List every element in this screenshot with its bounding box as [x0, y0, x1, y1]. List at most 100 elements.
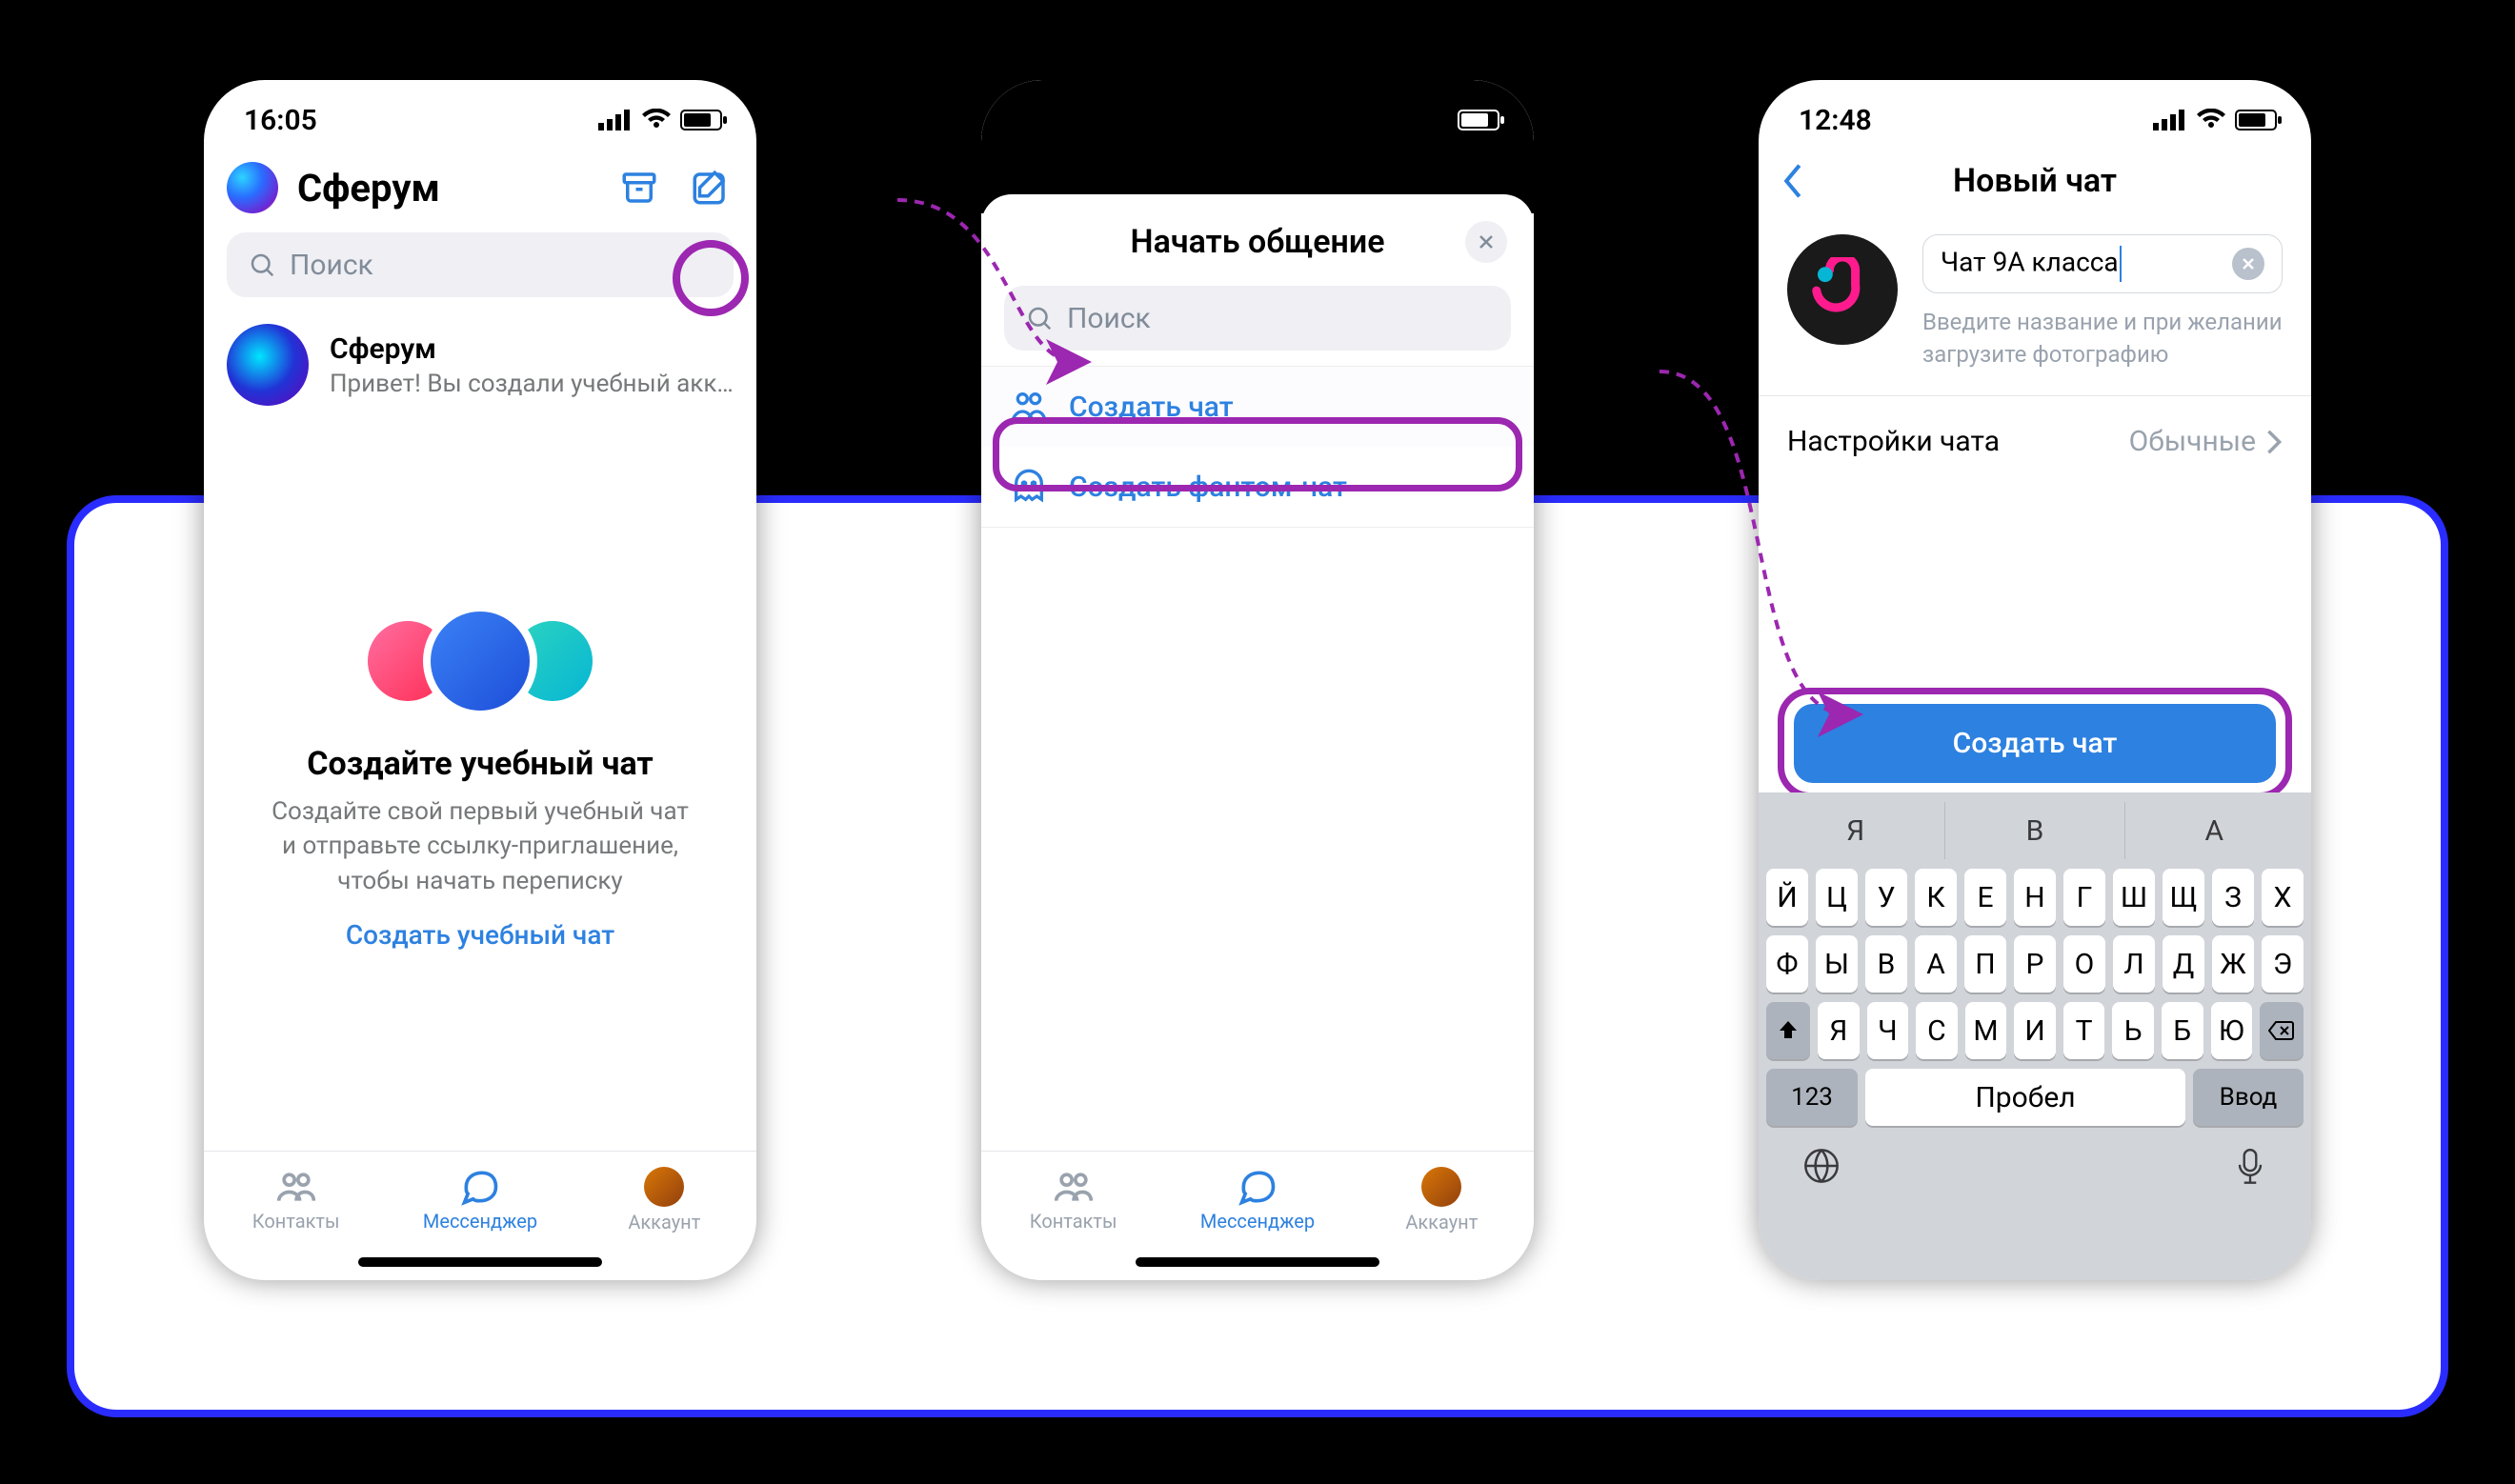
chat-name-input[interactable]: Чат 9А класса: [1922, 234, 2283, 293]
status-time: 12:48: [1799, 104, 1872, 137]
keyboard-key[interactable]: Д: [2163, 935, 2204, 993]
phone-1-chat-list: 16:05 Сферум Поиск Сферум Привет! Вы соз…: [204, 80, 756, 1280]
battery-icon: [680, 110, 722, 130]
chat-subtitle: Привет! Вы создали учебный акк...: [330, 370, 734, 398]
status-icons: [598, 109, 722, 131]
close-icon: [1477, 232, 1496, 251]
create-button-highlight-box: Создать чат: [1778, 688, 2292, 799]
status-bar: 16:05: [204, 80, 756, 141]
empty-create-link[interactable]: Создать учебный чат: [227, 919, 734, 951]
keyboard-key[interactable]: Ф: [1766, 935, 1808, 993]
keyboard-key[interactable]: Г: [2063, 869, 2105, 926]
keyboard-key[interactable]: Р: [2014, 935, 2056, 993]
compose-button[interactable]: [686, 164, 734, 211]
keyboard-key[interactable]: У: [1865, 869, 1907, 926]
tab-account[interactable]: Аккаунт: [1350, 1152, 1534, 1248]
keyboard-key[interactable]: Ч: [1867, 1002, 1909, 1059]
chat-avatar: [227, 324, 309, 406]
keyboard-shift-key[interactable]: [1766, 1002, 1810, 1059]
keyboard-key[interactable]: Ш: [2113, 869, 2155, 926]
keyboard-key[interactable]: Ж: [2212, 935, 2254, 993]
battery-icon: [1458, 110, 1499, 130]
app-header: Сферум: [204, 141, 756, 227]
app-title: Сферум: [297, 166, 615, 211]
keyboard-suggestions: Я В А: [1766, 802, 2304, 859]
keyboard-key[interactable]: Ю: [2211, 1002, 2253, 1059]
messenger-icon: [1237, 1168, 1278, 1206]
tab-messenger[interactable]: Мессенджер: [388, 1152, 572, 1248]
keyboard: Я В А ЙЦУКЕНГШЩЗХ ФЫВАПРОЛДЖЭ ЯЧСМИТЬБЮ …: [1759, 792, 2311, 1280]
keyboard-key[interactable]: Ы: [1816, 935, 1858, 993]
keyboard-key[interactable]: В: [1865, 935, 1907, 993]
search-input[interactable]: Поиск: [1004, 286, 1511, 351]
mic-icon[interactable]: [2233, 1147, 2267, 1189]
chat-avatar-icon: [1810, 257, 1875, 322]
compose-highlight-circle: [673, 240, 749, 316]
page-title: Новый чат: [1781, 162, 2288, 200]
close-button[interactable]: [1465, 221, 1507, 263]
keyboard-key[interactable]: Ц: [1816, 869, 1858, 926]
keyboard-suggestion[interactable]: В: [1945, 802, 2124, 859]
contacts-icon: [1053, 1168, 1095, 1206]
keyboard-key[interactable]: П: [1964, 935, 2006, 993]
search-icon: [1025, 304, 1054, 332]
keyboard-key[interactable]: З: [2212, 869, 2254, 926]
status-icons: [2153, 109, 2277, 131]
keyboard-key[interactable]: М: [1965, 1002, 2007, 1059]
battery-icon: [2235, 110, 2277, 130]
messenger-icon: [459, 1168, 501, 1206]
clear-input-button[interactable]: [2232, 248, 2264, 280]
globe-icon[interactable]: [1802, 1147, 1841, 1185]
chevron-right-icon: [2265, 429, 2283, 455]
keyboard-enter-key[interactable]: Ввод: [2193, 1069, 2304, 1126]
keyboard-backspace-key[interactable]: [2260, 1002, 2304, 1059]
wifi-icon: [642, 109, 671, 131]
tab-contacts[interactable]: Контакты: [204, 1152, 388, 1248]
phone-2-start-chat-sheet: 12:48 Начать общение Поиск Создать чат С…: [981, 80, 1534, 1280]
keyboard-row-2: ФЫВАПРОЛДЖЭ: [1766, 935, 2304, 993]
chat-avatar-upload[interactable]: [1787, 234, 1898, 345]
settings-label: Настройки чата: [1787, 425, 2000, 458]
sheet-title: Начать общение: [1131, 223, 1385, 261]
keyboard-key[interactable]: Л: [2113, 935, 2155, 993]
keyboard-key[interactable]: Ь: [2112, 1002, 2154, 1059]
keyboard-key[interactable]: Т: [2063, 1002, 2105, 1059]
search-input[interactable]: Поиск: [227, 232, 734, 297]
chat-form: Чат 9А класса Введите название и при жел…: [1759, 213, 2311, 396]
keyboard-key[interactable]: Б: [2162, 1002, 2203, 1059]
keyboard-key[interactable]: Х: [2262, 869, 2304, 926]
settings-value: Обычные: [2129, 425, 2256, 458]
account-avatar: [644, 1167, 684, 1207]
keyboard-key[interactable]: С: [1916, 1002, 1958, 1059]
keyboard-suggestion[interactable]: Я: [1766, 802, 1945, 859]
keyboard-key[interactable]: К: [1915, 869, 1957, 926]
tab-bar: Контакты Мессенджер Аккаунт: [981, 1151, 1534, 1248]
wifi-icon: [2197, 109, 2225, 131]
keyboard-key[interactable]: И: [2014, 1002, 2056, 1059]
keyboard-suggestion[interactable]: А: [2125, 802, 2304, 859]
create-chat-button[interactable]: Создать чат: [1794, 704, 2276, 783]
back-button[interactable]: [1772, 160, 1814, 202]
keyboard-space-key[interactable]: Пробел: [1865, 1069, 2185, 1126]
chevron-left-icon: [1779, 163, 1807, 199]
home-indicator: [358, 1257, 602, 1267]
keyboard-key[interactable]: О: [2063, 935, 2105, 993]
tab-messenger[interactable]: Мессенджер: [1165, 1152, 1349, 1248]
create-chat-highlight-box: [993, 417, 1522, 491]
keyboard-key[interactable]: Я: [1818, 1002, 1860, 1059]
keyboard-key[interactable]: Н: [2014, 869, 2056, 926]
keyboard-key[interactable]: Щ: [2163, 869, 2204, 926]
keyboard-key[interactable]: Э: [2262, 935, 2304, 993]
chat-list-item[interactable]: Сферум Привет! Вы создали учебный акк...: [204, 312, 756, 417]
tab-contacts[interactable]: Контакты: [981, 1152, 1165, 1248]
app-logo: [227, 162, 278, 213]
keyboard-key[interactable]: А: [1915, 935, 1957, 993]
chat-settings-row[interactable]: Настройки чата Обычные: [1759, 396, 2311, 487]
keyboard-key[interactable]: Й: [1766, 869, 1808, 926]
keyboard-123-key[interactable]: 123: [1766, 1069, 1858, 1126]
keyboard-key[interactable]: Е: [1964, 869, 2006, 926]
tab-account[interactable]: Аккаунт: [573, 1152, 756, 1248]
empty-title: Создайте учебный чат: [227, 745, 734, 783]
chat-name: Сферум: [330, 332, 734, 366]
archive-button[interactable]: [615, 164, 663, 211]
